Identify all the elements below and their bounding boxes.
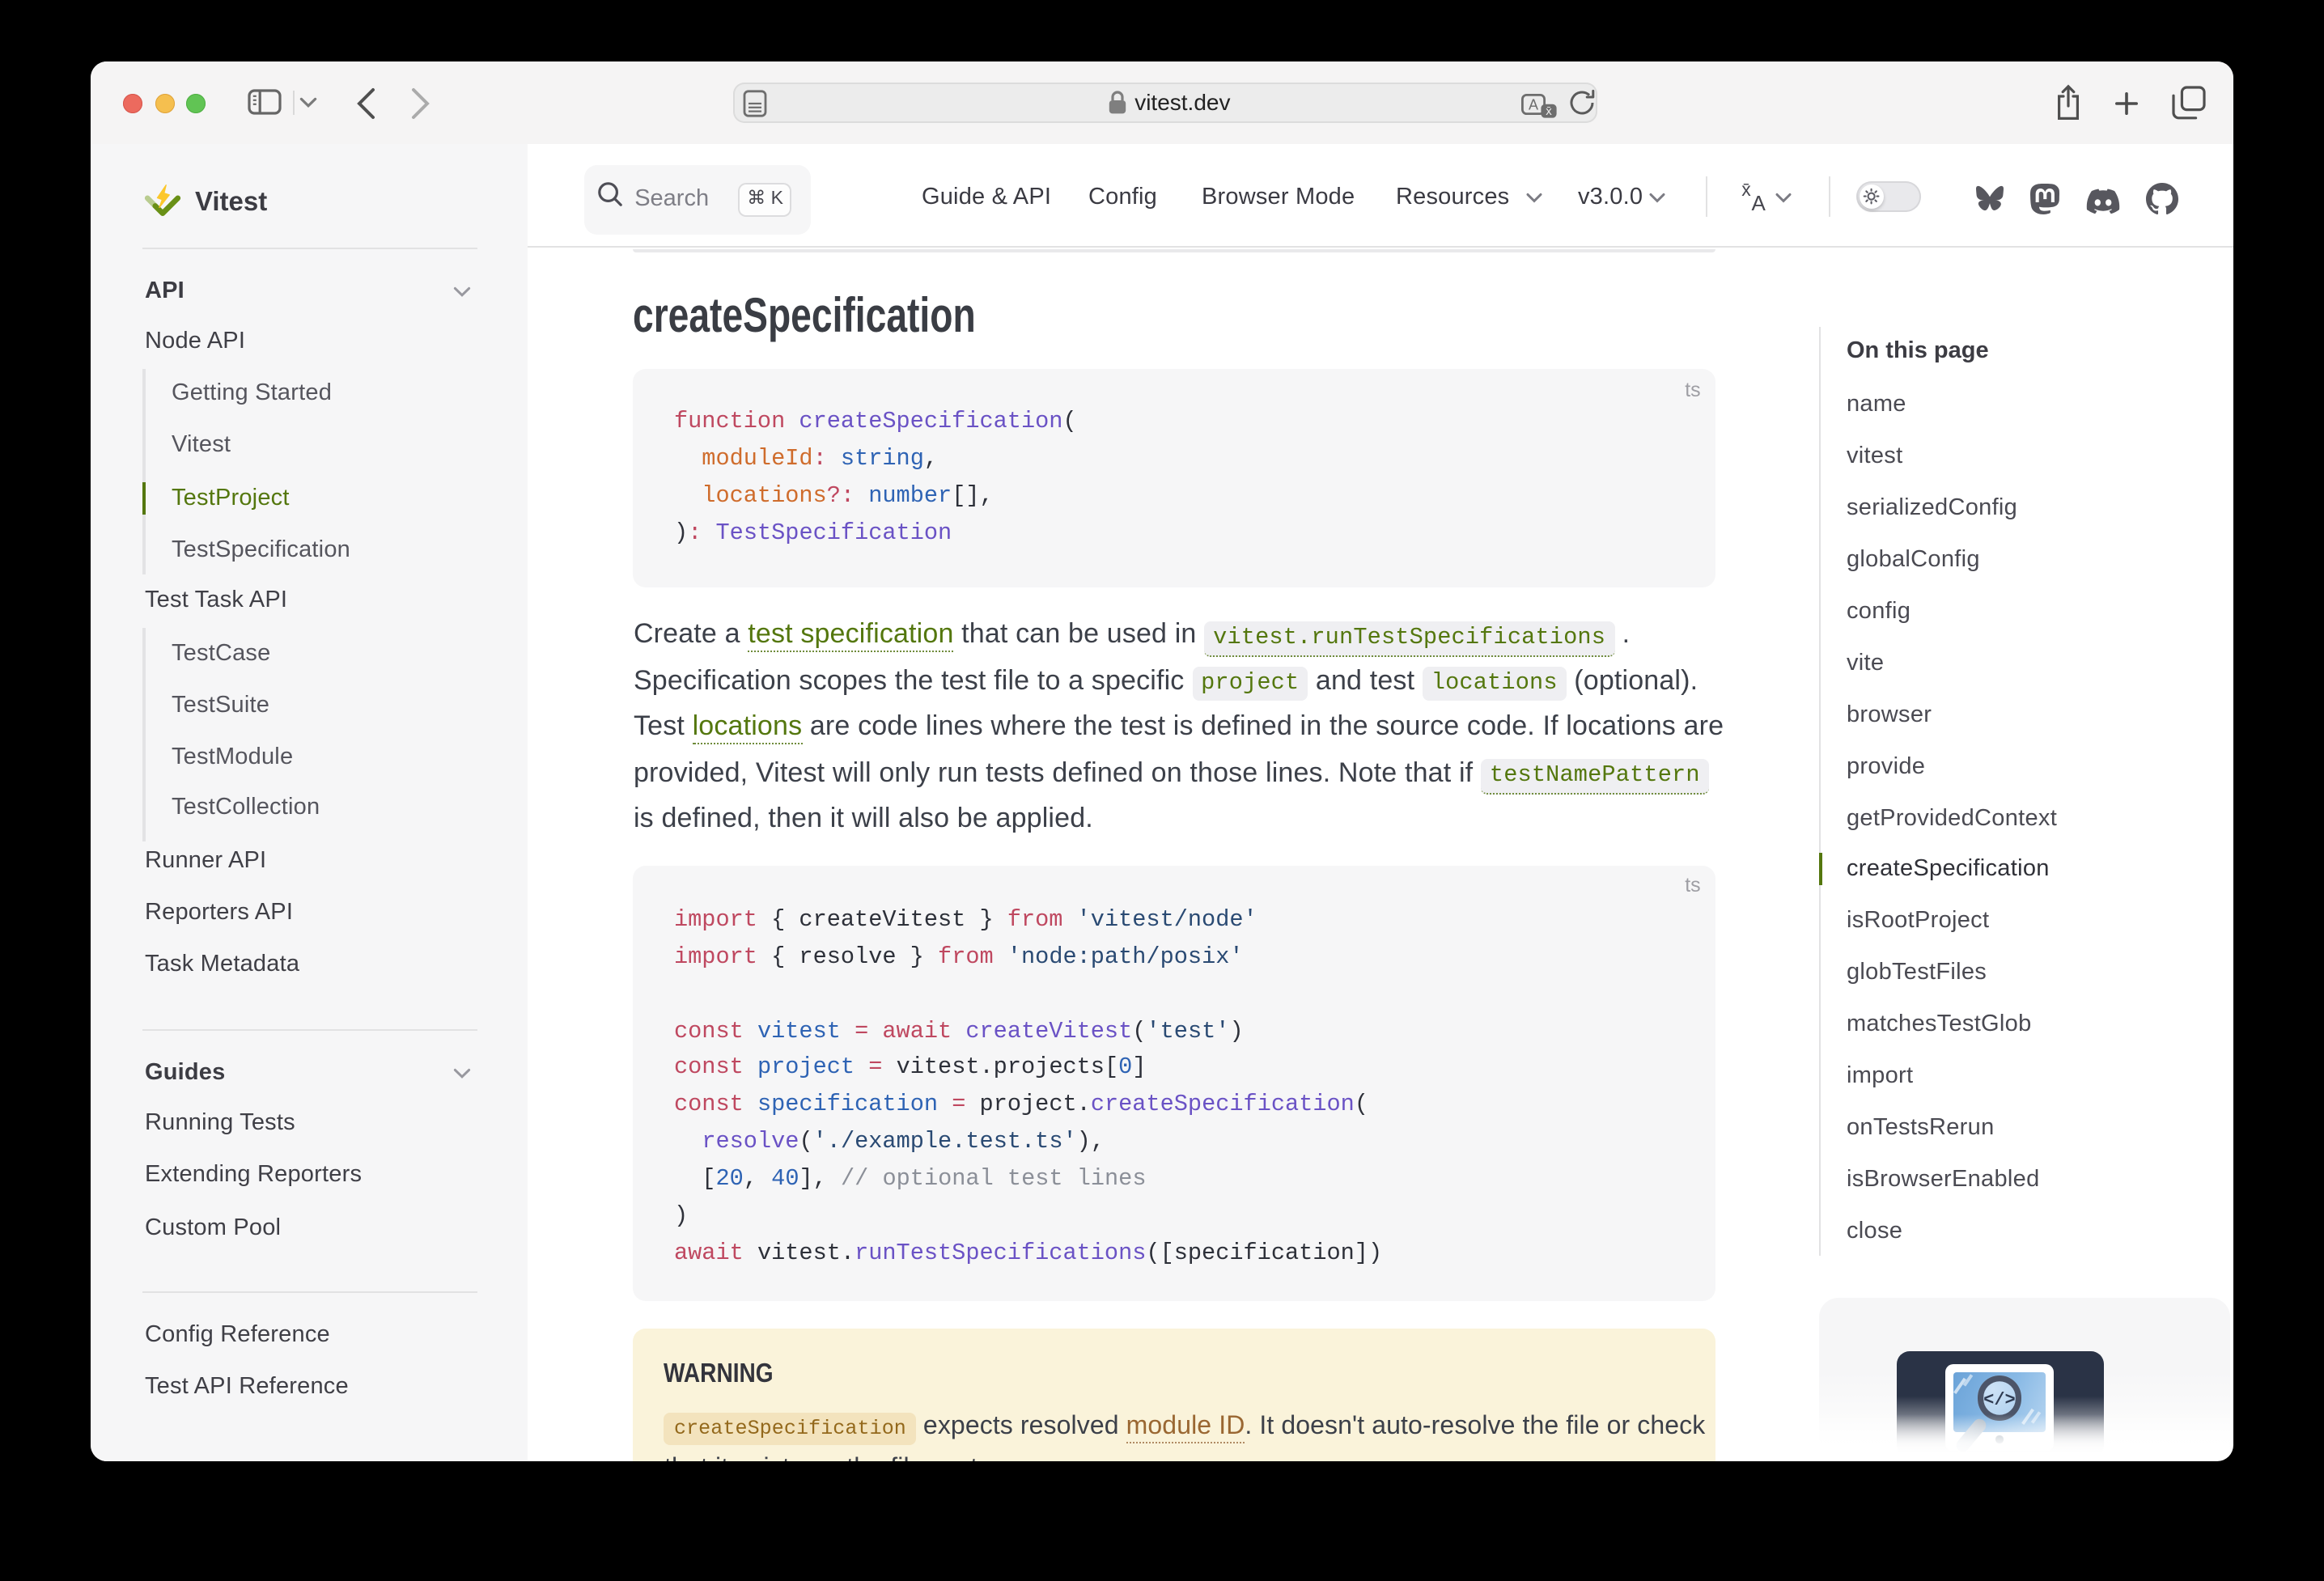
svg-text:x̄: x̄ bbox=[1546, 104, 1552, 118]
svg-text:x̄: x̄ bbox=[1741, 180, 1751, 200]
svg-text:A: A bbox=[1529, 96, 1538, 112]
svg-text:A: A bbox=[1752, 191, 1766, 214]
